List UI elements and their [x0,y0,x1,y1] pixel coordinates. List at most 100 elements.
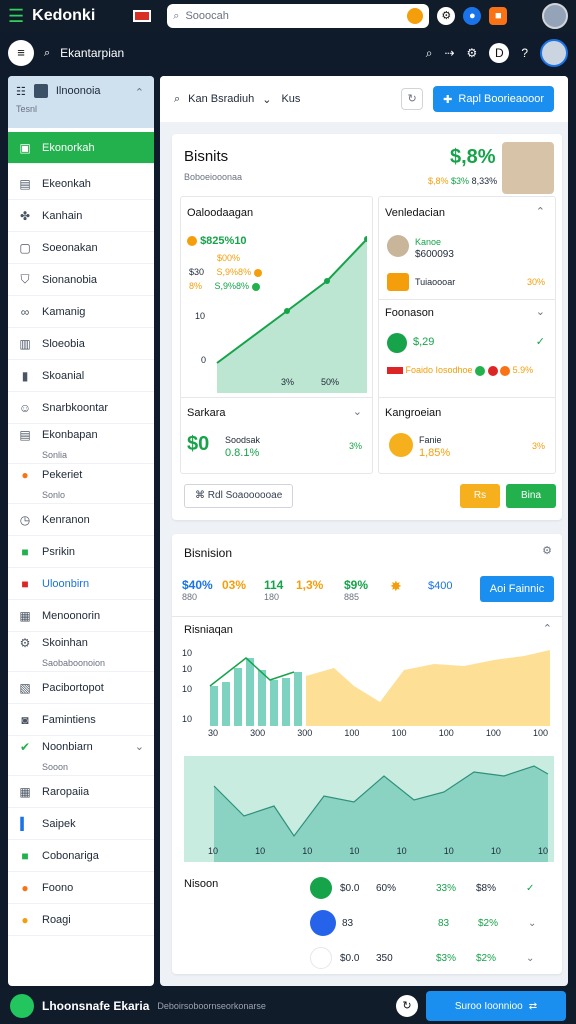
search-icon[interactable]: ⌕ [426,46,433,61]
table-row[interactable]: 83 83 $2% ⌄ [310,904,554,942]
primary-action-button[interactable]: ✚ Rapl Boorieaooor [433,86,554,112]
bar [258,670,266,726]
check-circle-icon [387,333,407,353]
alert-icon[interactable] [407,8,424,24]
divider [172,616,562,617]
chevron-down-icon[interactable]: ⌄ [528,918,536,929]
bar [294,672,302,726]
bar [246,658,254,726]
user-avatar[interactable] [10,994,34,1018]
sidebar-title: Ilnoonoia [55,85,101,97]
chevron-down-icon[interactable]: ⌄ [536,305,545,318]
menu-icon[interactable]: ☰ [8,6,24,27]
view-select[interactable]: ⌕ Kan Bsradiuh ⌄ [174,93,271,106]
search-placeholder: Sooocah [185,10,229,22]
sidebar-item-21[interactable]: ■ Cobonariga [8,840,154,872]
sidebar-item-2[interactable]: ✤ Kanhain [8,200,154,232]
sidebar-item-1[interactable]: ▤ Ekeonkah [8,168,154,200]
secondary-action-button[interactable]: ⌘ Rdl Soaoooooae [184,484,294,508]
left-stats-panel: Oaloodaagan $825%10 $00% $30 S,9%8% 8% S… [180,196,373,474]
refresh-icon[interactable]: ↻ [396,995,418,1017]
data-point [324,278,330,284]
coin-icon: ● [21,467,29,482]
document-icon: ▤ [19,427,31,442]
table-row[interactable]: $0.0 350 $3% $2% ⌄ [310,942,554,974]
filter-label[interactable]: Kus [281,93,300,105]
sidebar-item-17[interactable]: ◙ Famintiens [8,704,154,736]
right-bottom-right: 3% [531,441,545,451]
sync-button[interactable]: Suroo Ioonnioo ⇄ [426,991,566,1021]
coin-icon [310,947,332,969]
sidebar: ☷ Ilnoonoia ⌃ Tesnl ▣ Ekonorkah ▤ Ekeonkah… [8,76,154,986]
yellow-button[interactable]: Rs [460,484,500,508]
chevron-up-icon[interactable]: ⌃ [135,86,144,99]
sidebar-item-11[interactable]: ◷ Kenranon [8,504,154,536]
sidebar-item-5[interactable]: ∞ Kamanig [8,296,154,328]
add-metric-button[interactable]: Aoi Fainnic [480,576,554,602]
left-bottom-title: Sarkara [187,407,226,419]
sidebar-item-7[interactable]: ▮ Skoanial [8,360,154,392]
sidebar-item-20[interactable]: ▍ Saipek [8,808,154,840]
grid-icon: ☷ [16,85,26,98]
profile-photo [502,142,554,194]
sidebar-item-15[interactable]: ⚙ Skoinhan Saobaboonoion [8,632,154,672]
coin-icon [389,433,413,457]
sidebar-item-9[interactable]: ▤ Ekonbapan Sonlia [8,424,154,464]
chevron-down-icon[interactable]: ⌄ [526,953,534,964]
sidebar-item-23[interactable]: ● Roagi [8,904,154,936]
right-panel-title: Venledacian [385,207,445,219]
bar [234,668,242,726]
legend-dot [487,365,498,376]
chevron-up-icon[interactable]: ⌃ [543,622,552,635]
divider [379,397,555,398]
box-icon: ▢ [19,240,31,255]
sidebar-item-0[interactable]: ▣ Ekonorkah [8,132,154,164]
settings-icon[interactable]: ⚙ [542,544,552,557]
profile-pill[interactable]: D [489,43,510,63]
refresh-icon[interactable]: ↻ [401,88,424,110]
table-row[interactable]: $0.0 60% 33% $8% ✓ [310,872,554,904]
sidebar-item-14[interactable]: ▦ Menoonorin [8,600,154,632]
search-input[interactable]: ⌕ Sooocah [167,4,430,28]
hamburger-icon[interactable]: ≡ [8,40,34,66]
overview-card: Bisnits Boboeiooonaa $,8% $,8% $3% 8,33%… [172,134,562,520]
chevron-up-icon[interactable]: ⌃ [536,205,545,218]
help-icon[interactable]: ? [521,46,528,60]
check-icon: ✓ [526,882,535,894]
sidebar-item-13[interactable]: ■ Uloonbirn [8,568,154,600]
sidebar-item-19[interactable]: ▦ Raropaiia [8,776,154,808]
y-tick: 10 [182,714,193,724]
sidebar-item-3[interactable]: ▢ Soeonakan [8,232,154,264]
link-icon: ∞ [20,304,30,319]
sidebar-item-12[interactable]: ■ Psrikin [8,536,154,568]
sidebar-item-16[interactable]: ▧ Pacibortopot [8,672,154,704]
right-row1-value: $600093 [415,249,454,260]
settings-icon[interactable]: ⚙ [437,7,456,25]
sidebar-item-10[interactable]: ● Pekeriet Sonlo [8,464,154,504]
gear-icon: ⚙ [19,635,31,650]
green-button[interactable]: Bina [506,484,556,508]
secondary-bar: ≡ ⌕ Ekantarpian ⌕ ⇢ ⚙ D ? [0,34,576,72]
search-icon[interactable]: ⌕ [44,47,50,60]
x-tick: 3% [281,377,295,387]
sidebar-header[interactable]: ☷ Ilnoonoia ⌃ Tesnl [8,76,154,128]
sidebar-item-22[interactable]: ● Foono [8,872,154,904]
sidebar-item-4[interactable]: ⛉ Sionanobia [8,264,154,296]
x-axis-top: 30 300 300 100 100 100 100 100 [208,728,548,738]
settings-icon[interactable]: ⚙ [467,46,478,60]
bar-chart-icon: ▮ [21,368,29,383]
sidebar-item-18[interactable]: ✔ Noonbiarn ⌄ Sooon [8,736,154,776]
overview-subtitle: Boboeiooonaa [184,172,243,182]
chevron-down-icon[interactable]: ⌄ [353,405,362,418]
chart-title: Risniaqan [184,624,233,636]
workspace-icon [33,84,48,98]
chevron-down-icon[interactable]: ⌄ [135,740,144,753]
sidebar-item-6[interactable]: ▥ Sloeobia [8,328,154,360]
user-avatar[interactable] [540,39,568,67]
table-title: Nisoon [184,878,219,890]
share-icon[interactable]: ⇢ [444,46,454,60]
app-icon[interactable]: ■ [489,7,508,25]
notification-icon[interactable]: ● [463,7,482,25]
sidebar-item-8[interactable]: ☺ Snarbkoontar [8,392,154,424]
user-avatar[interactable] [542,3,568,29]
